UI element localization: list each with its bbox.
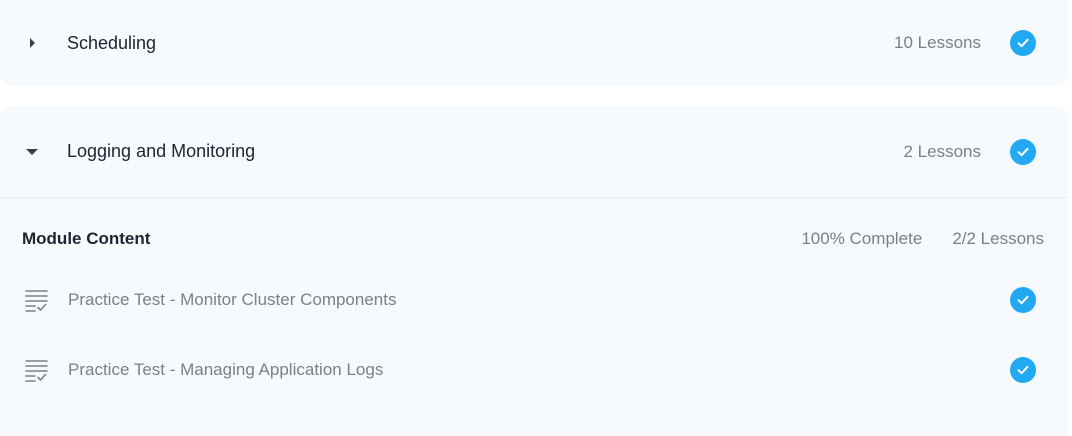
checklist-icon	[24, 287, 50, 313]
module-logging-monitoring: Logging and Monitoring 2 Lessons Module …	[0, 106, 1068, 436]
module-progress-text: 100% Complete	[801, 229, 923, 248]
module-lesson-count: 10 Lessons	[894, 33, 981, 52]
lesson-item[interactable]: Practice Test - Managing Application Log…	[0, 350, 1068, 390]
module-content-header: Module Content 100% Complete 2/2 Lessons	[22, 226, 1044, 252]
check-circle-icon	[1010, 287, 1036, 313]
lesson-item[interactable]: Practice Test - Monitor Cluster Componen…	[0, 280, 1068, 320]
module-header-logging-monitoring[interactable]: Logging and Monitoring 2 Lessons	[0, 106, 1068, 198]
module-lessons-done: 2/2 Lessons	[952, 229, 1044, 248]
module-header-scheduling[interactable]: Scheduling 10 Lessons	[0, 0, 1068, 86]
lesson-title[interactable]: Practice Test - Managing Application Log…	[68, 360, 383, 380]
checklist-icon	[24, 357, 50, 383]
module-lesson-count: 2 Lessons	[903, 141, 982, 161]
module-title: Logging and Monitoring	[67, 141, 256, 161]
caret-down-icon[interactable]	[25, 145, 39, 159]
check-circle-icon	[1010, 138, 1036, 165]
module-content-title: Module Content	[22, 229, 151, 248]
caret-right-icon[interactable]	[25, 36, 39, 50]
module-scheduling: Scheduling 10 Lessons	[0, 0, 1068, 86]
check-circle-icon	[1010, 357, 1036, 383]
module-title: Scheduling	[67, 32, 157, 53]
check-circle-icon	[1010, 30, 1036, 56]
module-content-meta: 100% Complete 2/2 Lessons	[801, 229, 1044, 249]
lesson-title[interactable]: Practice Test - Monitor Cluster Componen…	[68, 290, 396, 310]
